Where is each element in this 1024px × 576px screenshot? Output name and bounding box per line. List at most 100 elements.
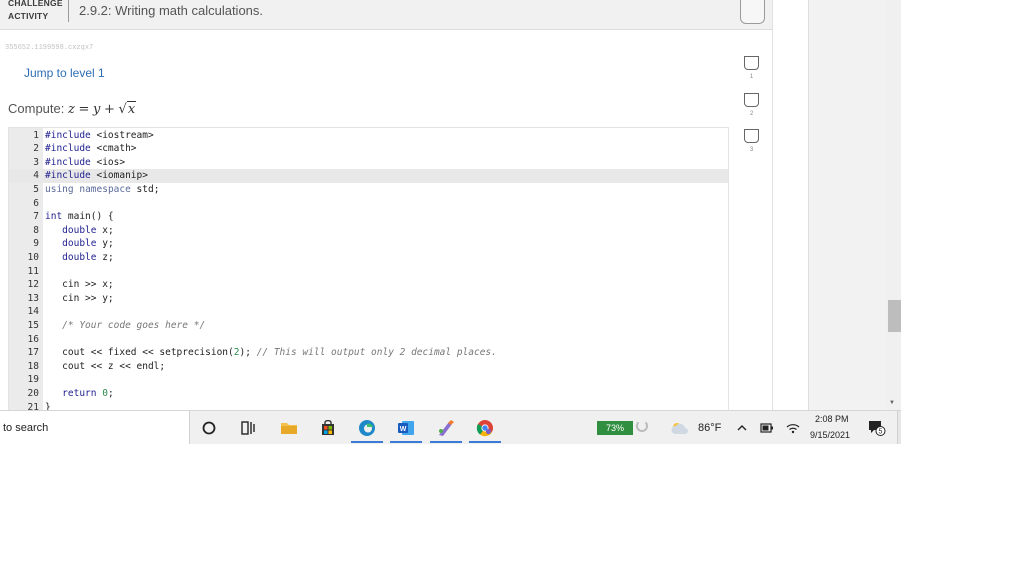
level-1-box[interactable] [744, 56, 759, 70]
code-text[interactable]: #include <cmath> [45, 142, 137, 156]
code-line[interactable]: 9 double y; [9, 237, 728, 251]
screen: CHALLENGE ACTIVITY 2.9.2: Writing math c… [0, 0, 1024, 576]
code-line[interactable]: 13 cin >> y; [9, 292, 728, 306]
chevron-up-icon[interactable] [733, 411, 751, 444]
right-margin-panel [772, 0, 808, 410]
code-text[interactable]: using namespace std; [45, 183, 159, 197]
cortana-icon[interactable] [192, 411, 226, 444]
code-line[interactable]: 19 [9, 373, 728, 387]
paint-icon[interactable] [429, 411, 463, 444]
level-indicator-3[interactable]: 3 [744, 129, 759, 153]
task-view-icon[interactable] [231, 411, 265, 444]
code-text[interactable]: #include <iostream> [45, 129, 154, 143]
clock-time[interactable]: 2:08 PM [815, 414, 849, 424]
header-divider [68, 0, 69, 22]
code-line[interactable]: 7 int main() { [9, 210, 728, 224]
activity-content: CHALLENGE ACTIVITY 2.9.2: Writing math c… [0, 0, 772, 410]
math-y: y [93, 102, 101, 117]
activity-type-label: CHALLENGE ACTIVITY [8, 0, 63, 23]
windows-taskbar: to search W 73% 86°F 2:08 PM 9/15/2021 5 [0, 410, 901, 444]
code-line[interactable]: 15 /* Your code goes here */ [9, 319, 728, 333]
store-icon[interactable] [311, 411, 345, 444]
line-number: 11 [27, 265, 39, 277]
line-number: 1 [33, 129, 39, 141]
weather-cloud-icon[interactable] [666, 411, 694, 444]
line-number: 13 [27, 292, 39, 304]
code-line[interactable]: 21} [9, 401, 728, 411]
code-text[interactable]: double z; [45, 251, 114, 265]
code-line[interactable]: 3 #include <ios> [9, 156, 728, 170]
code-line[interactable]: 17 cout << fixed << setprecision(2); // … [9, 346, 728, 360]
code-line[interactable]: 8 double x; [9, 224, 728, 238]
line-number: 2 [33, 143, 39, 155]
code-text[interactable]: int main() { [45, 210, 114, 224]
line-number: 9 [33, 238, 39, 250]
line-number: 6 [33, 197, 39, 209]
compute-instruction: Compute: z = y + √x [8, 101, 137, 117]
code-line[interactable]: 2 #include <cmath> [9, 142, 728, 156]
compute-label: Compute: [8, 101, 65, 116]
chrome-icon[interactable] [468, 411, 502, 444]
code-editor[interactable]: 1 #include <iostream> 2 #include <cmath> 3 #i… [8, 127, 729, 410]
code-text[interactable]: /* Your code goes here */ [45, 319, 205, 333]
temperature-readout[interactable]: 86°F [698, 422, 721, 434]
code-line[interactable]: 6 [9, 197, 728, 211]
code-line[interactable]: 16 [9, 333, 728, 347]
code-text[interactable]: cin >> y; [45, 292, 113, 306]
code-line[interactable]: 1 #include <iostream> [9, 129, 728, 143]
code-line[interactable]: 11 [9, 265, 728, 279]
code-text[interactable]: cout << z << endl; [45, 360, 165, 374]
math-equals: = [78, 102, 90, 117]
vertical-scrollbar[interactable] [886, 0, 901, 410]
code-line[interactable]: 20 return 0; [9, 387, 728, 401]
line-number: 18 [27, 360, 39, 372]
level-2-box[interactable] [744, 93, 759, 107]
level-indicator-2[interactable]: 2 [744, 93, 759, 117]
code-text[interactable]: cout << fixed << setprecision(2); // Thi… [45, 346, 497, 360]
show-desktop-button[interactable] [897, 411, 901, 444]
taskbar-search-box[interactable]: to search [0, 411, 190, 444]
scroll-down-arrow-icon[interactable]: ▼ [889, 400, 895, 406]
line-number: 10 [27, 251, 39, 263]
code-text[interactable]: double x; [45, 224, 114, 238]
edge-icon[interactable] [350, 411, 384, 444]
code-line[interactable]: 14 [9, 305, 728, 319]
svg-text:W: W [400, 426, 407, 433]
line-number: 15 [27, 319, 39, 331]
code-line[interactable]: 18 cout << z << endl; [9, 360, 728, 374]
code-text[interactable]: #include <ios> [45, 156, 125, 170]
jump-to-level-link[interactable]: Jump to level 1 [24, 66, 105, 80]
battery-indicator[interactable]: 73% [597, 421, 633, 435]
file-explorer-icon[interactable] [272, 411, 306, 444]
header-tab[interactable] [740, 0, 765, 24]
line-number: 3 [33, 156, 39, 168]
loading-spinner-icon [636, 420, 648, 432]
code-text[interactable]: cin >> x; [45, 278, 113, 292]
word-icon[interactable]: W [389, 411, 423, 444]
math-sqrt: √x [119, 101, 137, 117]
level-3-box[interactable] [744, 129, 759, 143]
line-number: 5 [33, 183, 39, 195]
code-line[interactable]: 10 double z; [9, 251, 728, 265]
code-text[interactable]: return 0; [45, 387, 114, 401]
wifi-icon[interactable] [783, 411, 803, 444]
math-z: z [68, 102, 75, 117]
line-number: 20 [27, 387, 39, 399]
battery-icon[interactable] [757, 411, 777, 444]
code-line[interactable]: 12 cin >> x; [9, 278, 728, 292]
code-text[interactable]: double y; [45, 237, 114, 251]
level-3-number: 3 [749, 147, 754, 153]
line-number: 16 [27, 333, 39, 345]
clock-date[interactable]: 9/15/2021 [810, 430, 850, 440]
code-line[interactable]: 4 #include <iomanip> [9, 169, 728, 183]
code-line[interactable]: 5 using namespace std; [9, 183, 728, 197]
code-text[interactable]: } [45, 401, 51, 411]
notification-center-icon[interactable]: 5 [862, 411, 892, 444]
level-indicator-1[interactable]: 1 [744, 56, 759, 80]
line-number: 12 [27, 279, 39, 291]
level-1-number: 1 [749, 74, 754, 80]
activity-title: 2.9.2: Writing math calculations. [79, 3, 264, 18]
scrollbar-thumb[interactable] [888, 300, 901, 332]
code-text[interactable]: #include <iomanip> [45, 169, 148, 183]
line-number: 8 [33, 224, 39, 236]
